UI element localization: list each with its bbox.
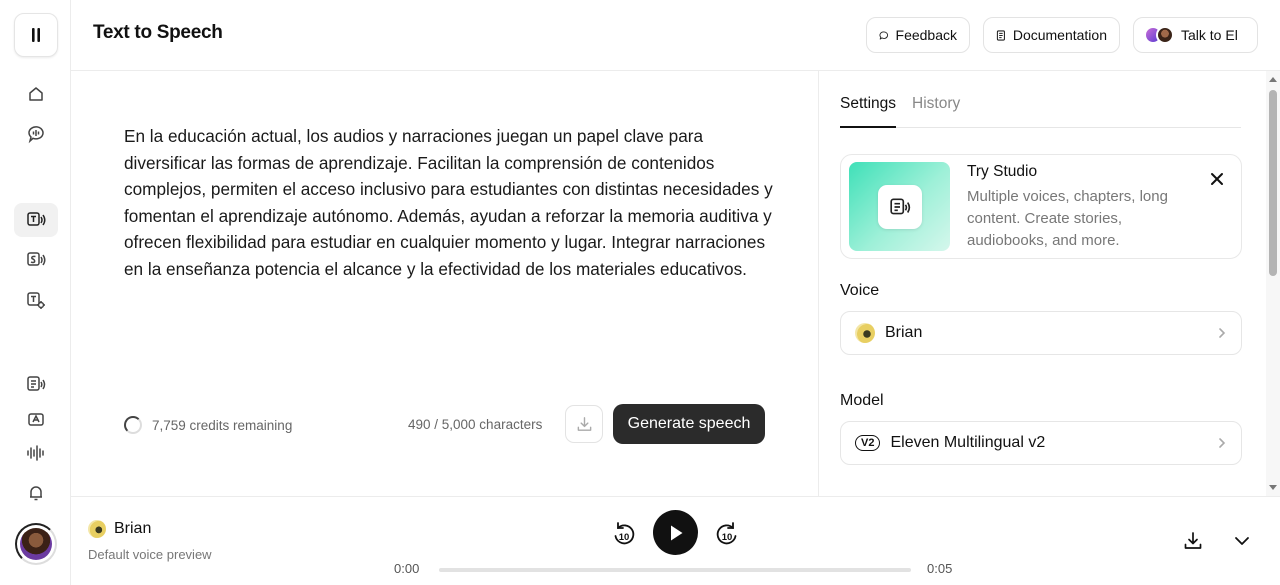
model-value: Eleven Multilingual v2	[890, 434, 1046, 451]
character-count: 490 / 5,000 characters	[408, 417, 543, 432]
studio-icon	[889, 197, 910, 214]
text-editor-area: En la educación actual, los audios y nar…	[71, 71, 819, 496]
settings-panel: Settings History Try Studio Multiple voi…	[820, 71, 1266, 496]
speech-to-speech-icon	[27, 252, 46, 266]
voices-icon	[28, 126, 44, 144]
home-icon	[29, 87, 43, 101]
talk-to-el-button[interactable]: Talk to El	[1133, 17, 1258, 53]
credits-remaining-text: 7,759 credits remaining	[152, 417, 293, 433]
sound-effects-icon	[27, 292, 45, 309]
skip-forward-label: 10	[722, 532, 733, 543]
studio-icon	[27, 376, 46, 391]
left-sidebar	[0, 0, 71, 585]
feedback-button[interactable]: Feedback	[866, 17, 970, 53]
promo-title: Try Studio	[967, 163, 1038, 180]
total-time: 0:05	[927, 561, 953, 576]
documentation-button[interactable]: Documentation	[983, 17, 1120, 53]
tab-history[interactable]: History	[912, 95, 960, 127]
sidebar-toggle-icon	[32, 28, 40, 42]
close-icon[interactable]	[1208, 170, 1226, 188]
document-icon	[996, 29, 1005, 41]
skip-back-10-icon[interactable]: 10	[609, 519, 639, 549]
documentation-label: Documentation	[1012, 27, 1107, 43]
try-studio-card[interactable]: Try Studio Multiple voices, chapters, lo…	[840, 154, 1242, 259]
credits-indicator: 7,759 credits remaining	[124, 416, 292, 434]
credits-ring-icon	[124, 416, 142, 434]
text-input[interactable]: En la educación actual, los audios y nar…	[124, 123, 774, 282]
promo-description: Multiple voices, chapters, long content.…	[967, 188, 1168, 249]
chat-bubble-icon	[879, 30, 889, 40]
page-title: Text to Speech	[93, 22, 223, 43]
model-select[interactable]: V2 Eleven Multilingual v2	[840, 421, 1242, 465]
top-header: Text to Speech Feedback Documentation Ta…	[71, 0, 1280, 71]
play-button[interactable]	[653, 510, 698, 555]
agent-avatars	[1144, 26, 1174, 44]
sidebar-item-notifications[interactable]	[14, 476, 58, 510]
sidebar-item-sound-effects[interactable]	[14, 283, 58, 317]
voice-label: Voice	[840, 282, 880, 299]
sidebar-item-text-to-speech[interactable]	[14, 203, 58, 237]
chevron-right-icon	[1219, 328, 1226, 338]
avatar	[20, 528, 52, 560]
sidebar-item-dubbing[interactable]	[14, 407, 58, 433]
player-subtitle: Default voice preview	[88, 547, 212, 562]
sidebar-item-studio[interactable]	[14, 367, 58, 401]
panel-scrollbar[interactable]	[1266, 71, 1280, 496]
voice-avatar-icon	[88, 520, 106, 538]
model-version-badge: V2	[855, 435, 881, 451]
text-to-speech-icon	[27, 212, 46, 226]
sidebar-item-voices[interactable]	[14, 117, 58, 151]
download-icon[interactable]	[1182, 530, 1204, 552]
voice-select[interactable]: Brian	[840, 311, 1242, 355]
voice-value: Brian	[885, 324, 923, 341]
dubbing-icon	[28, 413, 44, 426]
tab-settings[interactable]: Settings	[840, 95, 897, 128]
skip-back-label: 10	[619, 532, 630, 543]
progress-track[interactable]	[439, 568, 911, 572]
chevron-down-icon[interactable]	[1231, 530, 1253, 552]
scrollbar-thumb[interactable]	[1269, 90, 1277, 276]
chevron-right-icon	[1219, 438, 1226, 448]
audio-player-bar: Brian Default voice preview 10 10 0:00 0…	[71, 496, 1280, 585]
generate-speech-button[interactable]: Generate speech	[613, 404, 765, 444]
talk-to-el-label: Talk to El	[1181, 27, 1238, 43]
feedback-label: Feedback	[895, 27, 957, 43]
skip-forward-10-icon[interactable]: 10	[712, 519, 742, 549]
studio-promo-art	[849, 162, 950, 251]
play-icon	[670, 525, 682, 540]
sidebar-toggle-button[interactable]	[14, 13, 58, 57]
sidebar-item-home[interactable]	[14, 77, 58, 111]
model-label: Model	[840, 392, 884, 409]
current-time: 0:00	[394, 561, 420, 576]
voice-avatar-icon	[855, 323, 875, 343]
audio-waveform-icon	[27, 445, 44, 461]
panel-tabs: Settings History	[840, 95, 1241, 128]
sidebar-item-speech-to-speech[interactable]	[14, 243, 58, 277]
scroll-up-arrow-icon[interactable]	[1269, 77, 1277, 82]
notifications-bell-icon	[30, 486, 42, 501]
sidebar-item-audio[interactable]	[14, 436, 58, 470]
user-avatar-button[interactable]	[15, 523, 57, 565]
player-voice-name: Brian	[114, 520, 152, 537]
player-voice: Brian	[88, 520, 151, 538]
scroll-down-arrow-icon[interactable]	[1269, 485, 1277, 490]
download-audio-button[interactable]	[565, 405, 603, 443]
download-icon	[577, 416, 591, 431]
